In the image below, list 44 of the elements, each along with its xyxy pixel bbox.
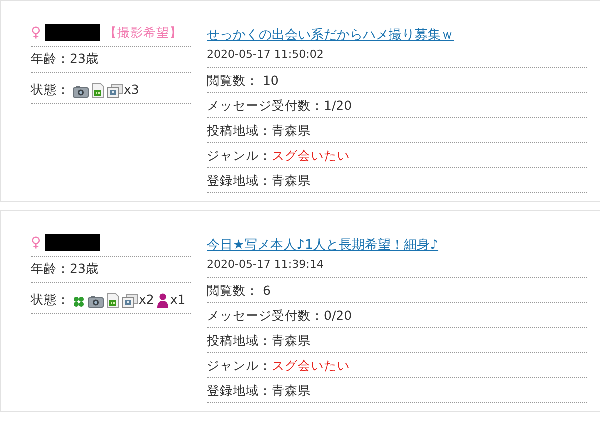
- count-text: x3: [124, 82, 140, 98]
- photo-document-icon: [92, 83, 104, 98]
- camera-icon: [88, 296, 104, 308]
- field-label: メッセージ受付数：: [207, 308, 324, 323]
- field-value: 青森県: [272, 333, 311, 348]
- field-label: メッセージ受付数：: [207, 98, 324, 113]
- field-value: 0/20: [324, 308, 352, 323]
- post-date: 2020-05-17 11:50:02: [207, 46, 587, 68]
- photo-stack-icon: [107, 84, 123, 98]
- photo-stack-icon: [122, 294, 138, 308]
- field-label: 登録地域：: [207, 383, 272, 398]
- field-label: 閲覧数：: [207, 283, 259, 298]
- field-value: 青森県: [272, 173, 311, 188]
- female-symbol: ♀: [31, 24, 42, 40]
- field-label: ジャンル：: [207, 358, 272, 373]
- field-value: 6: [262, 283, 271, 298]
- age-text: 年齢：23歳: [31, 51, 99, 66]
- field-label: 登録地域：: [207, 173, 272, 188]
- female-symbol: ♀: [31, 234, 42, 250]
- person-icon: [157, 293, 170, 308]
- field-value: 青森県: [272, 383, 311, 398]
- age-text: 年齢：23歳: [31, 261, 99, 276]
- field-value: 青森県: [272, 123, 311, 138]
- field-label: 閲覧数：: [207, 73, 259, 88]
- post-date: 2020-05-17 11:39:14: [207, 256, 587, 278]
- status-label: 状態：: [31, 82, 70, 98]
- field-value: スグ会いたい: [272, 358, 350, 373]
- field-value: 10: [262, 73, 279, 88]
- field-label: 投稿地域：: [207, 333, 272, 348]
- redacted-name: [45, 24, 100, 41]
- count-text: x1: [170, 292, 186, 308]
- count-text: x2: [139, 292, 154, 308]
- post-title-link[interactable]: 今日★写メ本人♪1人と長期希望！細身♪: [207, 238, 439, 253]
- field-label: 投稿地域：: [207, 123, 272, 138]
- redacted-name: [45, 234, 100, 251]
- post-title-link[interactable]: せっかくの出会い系だからハメ撮り募集ｗ: [207, 28, 454, 43]
- field-value: スグ会いたい: [272, 148, 350, 163]
- camera-icon: [73, 86, 89, 98]
- field-value: 1/20: [324, 98, 352, 113]
- tag-text: 【撮影希望】: [104, 24, 182, 40]
- clover-icon: [73, 296, 85, 308]
- field-label: ジャンル：: [207, 148, 272, 163]
- photo-document-icon: [107, 293, 119, 308]
- status-label: 状態：: [31, 292, 70, 308]
